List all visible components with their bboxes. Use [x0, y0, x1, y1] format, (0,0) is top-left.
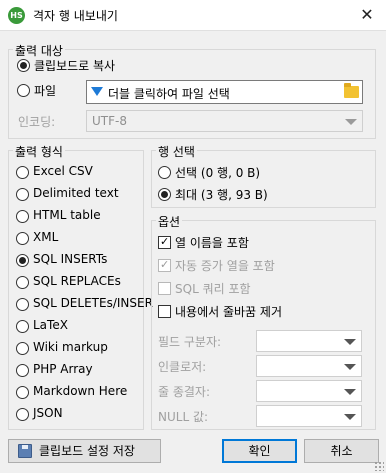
null-value-select[interactable]: [256, 405, 362, 427]
format-radio[interactable]: [16, 320, 29, 333]
app-logo-icon: HS: [8, 7, 25, 24]
format-radio[interactable]: [16, 254, 29, 267]
line-terminator-label: 줄 종결자:: [158, 385, 211, 399]
chevron-down-icon: [344, 389, 356, 395]
format-option-label[interactable]: LaTeX: [33, 318, 68, 332]
format-radio[interactable]: [16, 386, 29, 399]
ok-button[interactable]: 확인: [222, 439, 297, 463]
encoding-label: 인코딩:: [18, 115, 56, 129]
format-option-label[interactable]: Markdown Here: [33, 384, 127, 398]
title-bar: HS 격자 행 내보내기 ✕: [0, 0, 386, 31]
null-value-label: NULL 값:: [158, 410, 209, 424]
resize-grip-icon[interactable]: [374, 461, 384, 471]
chevron-down-icon: [344, 364, 356, 370]
file-radio[interactable]: [17, 84, 30, 97]
clipboard-radio[interactable]: [17, 59, 30, 72]
format-radio[interactable]: [16, 276, 29, 289]
include-column-names-label[interactable]: 열 이름을 포함: [175, 234, 249, 251]
include-auto-increment-label: 자동 증가 열을 포함: [175, 259, 275, 273]
format-radio[interactable]: [16, 188, 29, 201]
checkmark-icon: ✓: [160, 235, 170, 248]
format-option-label[interactable]: XML: [33, 230, 58, 244]
format-option-label[interactable]: SQL REPLACEs: [33, 274, 121, 288]
format-option-label[interactable]: SQL DELETEs/INSER: [33, 296, 153, 310]
row-selection-legend: 행 선택: [156, 143, 197, 160]
file-path-field[interactable]: 더블 클릭하여 파일 선택: [86, 80, 363, 104]
encoding-value: UTF-8: [92, 114, 127, 128]
include-column-names-checkbox[interactable]: ✓: [158, 235, 171, 249]
save-clipboard-settings-button[interactable]: 클립보드 설정 저장: [8, 439, 161, 463]
remove-linebreaks-checkbox[interactable]: [158, 305, 171, 318]
include-sql-query-checkbox: [158, 282, 171, 295]
save-icon: [18, 444, 32, 458]
include-sql-query-label: SQL 쿼리 포함: [175, 282, 251, 296]
include-auto-increment-checkbox: ✓: [158, 258, 171, 272]
file-path-placeholder: 더블 클릭하여 파일 선택: [108, 87, 230, 101]
save-clipboard-settings-label: 클립보드 설정 저장: [39, 444, 135, 458]
line-terminator-select[interactable]: [256, 380, 362, 402]
dropdown-arrow-icon[interactable]: [91, 87, 103, 96]
chevron-down-icon: [345, 119, 357, 125]
folder-icon[interactable]: [344, 83, 359, 98]
format-option-label[interactable]: SQL INSERTs: [33, 252, 107, 266]
selection-rows-radio[interactable]: [158, 166, 171, 179]
all-rows-radio[interactable]: [158, 188, 171, 201]
format-option-label[interactable]: Wiki markup: [33, 340, 108, 354]
format-radio[interactable]: [16, 364, 29, 377]
format-radio[interactable]: [16, 408, 29, 421]
chevron-down-icon: [344, 339, 356, 345]
all-rows-label[interactable]: 최대 (3 행, 93 B): [175, 186, 268, 203]
field-separator-select[interactable]: [256, 330, 362, 352]
format-radio[interactable]: [16, 166, 29, 179]
format-option-label[interactable]: JSON: [33, 406, 63, 420]
format-option-label[interactable]: PHP Array: [33, 362, 93, 376]
format-radio[interactable]: [16, 232, 29, 245]
encloser-label: 인클로저:: [158, 360, 207, 374]
cancel-button[interactable]: 취소: [304, 439, 379, 463]
file-label[interactable]: 파일: [34, 82, 56, 99]
format-option-label[interactable]: Delimited text: [33, 186, 119, 200]
checkmark-icon: ✓: [160, 258, 170, 271]
format-radio[interactable]: [16, 298, 29, 311]
encoding-select[interactable]: UTF-8: [86, 110, 363, 132]
format-option-label[interactable]: Excel CSV: [33, 164, 93, 178]
format-option-label[interactable]: HTML table: [33, 208, 101, 222]
clipboard-label[interactable]: 클립보드로 복사: [34, 57, 115, 74]
output-format-legend: 출력 형식: [13, 143, 65, 160]
selection-rows-label[interactable]: 선택 (0 행, 0 B): [175, 164, 260, 181]
remove-linebreaks-label[interactable]: 내용에서 줄바꿈 제거: [175, 303, 282, 320]
format-radio[interactable]: [16, 342, 29, 355]
options-legend: 옵션: [156, 213, 183, 230]
field-separator-label: 필드 구분자:: [158, 335, 222, 349]
chevron-down-icon: [344, 414, 356, 420]
window-title: 격자 행 내보내기: [33, 9, 118, 23]
close-icon[interactable]: ✕: [348, 0, 386, 31]
format-radio[interactable]: [16, 210, 29, 223]
encloser-select[interactable]: [256, 355, 362, 377]
